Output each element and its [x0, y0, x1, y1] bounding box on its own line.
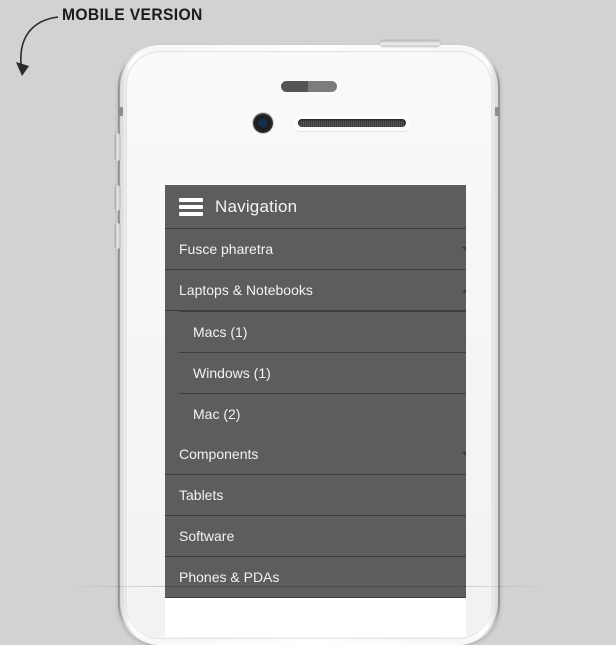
antenna-notch-right [495, 107, 499, 116]
front-camera-icon [253, 113, 273, 133]
earpiece-speaker-icon [293, 115, 411, 131]
nav-subitem-macs-1[interactable]: Macs (1) [179, 311, 466, 352]
chevron-down-icon[interactable] [462, 451, 466, 457]
nav-item-components[interactable]: Components [165, 434, 466, 475]
navigation-header[interactable]: Navigation [165, 185, 466, 229]
navigation-title: Navigation [215, 196, 298, 216]
nav-item-label: Tablets [179, 487, 224, 503]
curved-down-arrow-icon [16, 16, 59, 76]
nav-item-label: Phones & PDAs [179, 569, 280, 585]
nav-subitem-windows-1[interactable]: Windows (1) [179, 352, 466, 393]
volume-down-button[interactable] [115, 223, 120, 249]
hamburger-icon[interactable] [179, 197, 203, 216]
volume-up-button[interactable] [115, 185, 120, 211]
nav-item-label: Laptops & Notebooks [179, 282, 313, 298]
nav-subitem-label: Mac (2) [193, 406, 241, 422]
nav-item-phones-pdas[interactable]: Phones & PDAs [165, 557, 466, 598]
silent-switch[interactable] [115, 133, 120, 161]
nav-item-label: Software [179, 528, 235, 544]
nav-item-label: Fusce pharetra [179, 241, 274, 257]
antenna-notch-left [119, 107, 123, 116]
page-title: MOBILE VERSION [62, 5, 203, 24]
nav-item-laptops-notebooks[interactable]: Laptops & Notebooks [165, 270, 466, 311]
navigation-list: Fusce pharetra Laptops & Notebooks Macs (1… [165, 229, 466, 598]
nav-submenu: Macs (1) Windows (1) Mac (2) [165, 311, 466, 434]
nav-subitem-label: Macs (1) [193, 324, 248, 340]
nav-subitem-label: Windows (1) [193, 365, 271, 381]
phone-mockup: Navigation Fusce pharetra Laptops & Noteb… [115, 40, 500, 645]
nav-item-software[interactable]: Software [165, 516, 466, 557]
phone-bottom-shadow [70, 586, 546, 587]
nav-subitem-mac-2[interactable]: Mac (2) [179, 393, 466, 434]
nav-item-label: Components [179, 446, 259, 462]
nav-item-fusce-pharetra[interactable]: Fusce pharetra [165, 229, 466, 270]
nav-item-tablets[interactable]: Tablets [165, 475, 466, 516]
proximity-sensor-icon [281, 81, 337, 92]
power-button[interactable] [380, 40, 440, 47]
phone-face: Navigation Fusce pharetra Laptops & Noteb… [128, 53, 490, 637]
mobile-navigation-menu: Navigation Fusce pharetra Laptops & Noteb… [165, 185, 466, 598]
phone-screen: Navigation Fusce pharetra Laptops & Noteb… [165, 185, 466, 637]
chevron-down-icon[interactable] [462, 246, 466, 252]
chevron-up-icon[interactable] [462, 287, 466, 293]
